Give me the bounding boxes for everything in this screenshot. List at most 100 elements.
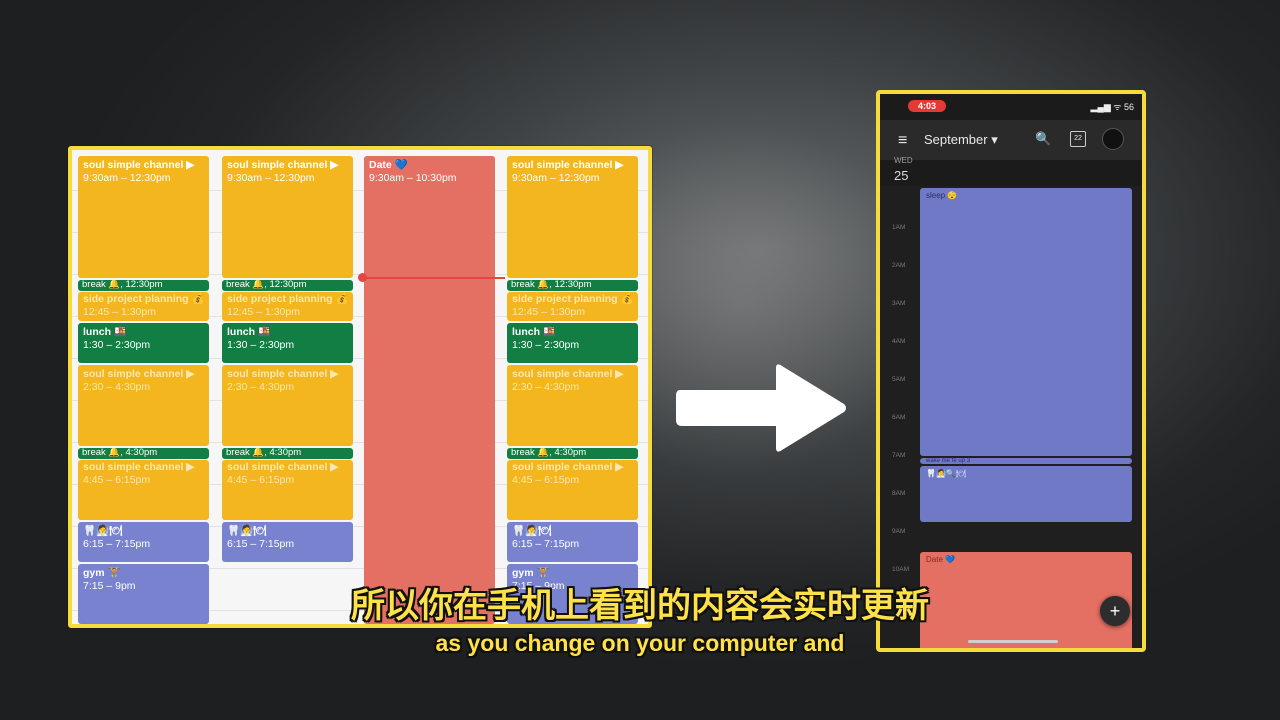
event-time: 9:30am – 10:30pm <box>369 172 457 184</box>
event-title: break 🔔, 12:30pm <box>511 280 592 290</box>
calendar-event[interactable]: side project planning 💰 12:45 – 1:30pm <box>222 292 353 321</box>
hour-label: 6AM <box>892 414 906 421</box>
calendar-event[interactable]: 🦷🧖🍽 6:15 – 7:15pm <box>78 522 209 562</box>
event-title: soul simple channel ▶ <box>512 159 624 171</box>
event-title: soul simple channel ▶ <box>83 461 195 473</box>
event-time: 9:30am – 12:30pm <box>512 172 600 184</box>
month-selector[interactable]: September ▾ <box>924 132 998 148</box>
event-title: side project planning 💰 <box>227 293 349 305</box>
event-title: 🦷🧖🍽 <box>83 525 123 537</box>
current-time-line <box>363 277 505 279</box>
hour-label: 1AM <box>892 224 906 231</box>
current-time-dot <box>358 273 367 282</box>
calendar-event[interactable]: soul simple channel ▶ 2:30 – 4:30pm <box>507 365 638 446</box>
event-title: 🦷🧖🍽 <box>227 525 267 537</box>
event-time: 2:30 – 4:30pm <box>512 381 580 393</box>
event-title: 🦷🧖🔍🍽 <box>926 469 967 478</box>
status-bar: 4:03 ▂▄▆ ᯤ 56 <box>880 94 1142 120</box>
calendar-event[interactable]: soul simple channel ▶ 9:30am – 12:30pm <box>78 156 209 278</box>
calendar-event[interactable]: break 🔔, 4:30pm <box>222 448 353 459</box>
hour-label: 5AM <box>892 376 906 383</box>
event-title: sleep 😴 <box>926 191 958 200</box>
event-title: soul simple channel ▶ <box>83 159 195 171</box>
calendar-event[interactable]: soul simple channel ▶ 4:45 – 6:15pm <box>507 460 638 520</box>
event-time: 12:45 – 1:30pm <box>83 306 156 318</box>
event-time: 1:30 – 2:30pm <box>227 339 295 351</box>
event-title: soul simple channel ▶ <box>227 461 339 473</box>
hour-label: 10AM <box>892 566 909 573</box>
event-title: lunch 🍱 <box>83 326 127 338</box>
event-title: break 🔔, 4:30pm <box>82 448 158 458</box>
status-icons: ▂▄▆ ᯤ 56 <box>1090 102 1134 112</box>
calendar-event[interactable]: soul simple channel ▶ 2:30 – 4:30pm <box>222 365 353 446</box>
calendar-event[interactable]: break 🔔, 4:30pm <box>507 448 638 459</box>
calendar-event[interactable]: soul simple channel ▶ 4:45 – 6:15pm <box>222 460 353 520</box>
event-time: 6:15 – 7:15pm <box>227 538 295 550</box>
event-time: 2:30 – 4:30pm <box>227 381 295 393</box>
menu-icon[interactable]: ≡ <box>898 132 907 150</box>
event-time: 9:30am – 12:30pm <box>83 172 171 184</box>
day-column-3: Date 💙 9:30am – 10:30pm <box>364 150 495 624</box>
avatar[interactable] <box>1102 128 1124 150</box>
calendar-event[interactable]: break 🔔, 12:30pm <box>507 280 638 291</box>
hour-label: 4AM <box>892 338 906 345</box>
app-bar: ≡ September ▾ 🔍 22 <box>880 120 1142 160</box>
calendar-event[interactable]: soul simple channel ▶ 9:30am – 12:30pm <box>507 156 638 278</box>
event-time: 4:45 – 6:15pm <box>227 474 295 486</box>
event-title: lunch 🍱 <box>227 326 271 338</box>
search-icon[interactable]: 🔍 <box>1035 131 1051 147</box>
hour-label: 8AM <box>892 490 906 497</box>
event-title: soul simple channel ▶ <box>83 368 195 380</box>
calendar-event[interactable]: 🦷🧖🔍🍽 <box>920 466 1132 522</box>
desktop-calendar-view: soul simple channel ▶ 9:30am – 12:30pm b… <box>68 146 652 628</box>
calendar-event[interactable]: soul simple channel ▶ 4:45 – 6:15pm <box>78 460 209 520</box>
calendar-event[interactable]: 🦷🧖🍽 6:15 – 7:15pm <box>507 522 638 562</box>
day-column-2: soul simple channel ▶ 9:30am – 12:30pm b… <box>222 150 353 624</box>
calendar-event[interactable]: side project planning 💰 12:45 – 1:30pm <box>78 292 209 321</box>
subtitle-english: as you change on your computer and <box>435 630 845 656</box>
event-title: break 🔔, 4:30pm <box>511 448 587 458</box>
calendar-event[interactable]: break 🔔, 12:30pm <box>222 280 353 291</box>
calendar-event[interactable]: 🦷🧖🍽 6:15 – 7:15pm <box>222 522 353 562</box>
event-time: 12:45 – 1:30pm <box>512 306 585 318</box>
event-time: 1:30 – 2:30pm <box>512 339 580 351</box>
event-title: side project planning 💰 <box>83 293 205 305</box>
calendar-event[interactable]: lunch 🍱 1:30 – 2:30pm <box>507 323 638 363</box>
calendar-event[interactable]: break 🔔, 12:30pm <box>78 280 209 291</box>
event-title: soul simple channel ▶ <box>512 461 624 473</box>
calendar-event[interactable]: side project planning 💰 12:45 – 1:30pm <box>507 292 638 321</box>
event-time: 4:45 – 6:15pm <box>83 474 151 486</box>
calendar-event[interactable]: lunch 🍱 1:30 – 2:30pm <box>78 323 209 363</box>
event-time: 4:45 – 6:15pm <box>512 474 580 486</box>
calendar-event[interactable]: soul simple channel ▶ 2:30 – 4:30pm <box>78 365 209 446</box>
event-time: 6:15 – 7:15pm <box>512 538 580 550</box>
event-time: 9:30am – 12:30pm <box>227 172 315 184</box>
event-time: 1:30 – 2:30pm <box>83 339 151 351</box>
event-title: 🦷🧖🍽 <box>512 525 552 537</box>
event-title: break 🔔, 12:30pm <box>226 280 307 290</box>
day-label: WED <box>894 156 913 165</box>
calendar-event[interactable]: wake me fe up 3 <box>920 458 1132 464</box>
event-time: 12:45 – 1:30pm <box>227 306 300 318</box>
event-title: Date 💙 <box>369 159 408 171</box>
event-title: soul simple channel ▶ <box>512 368 624 380</box>
day-column-4: soul simple channel ▶ 9:30am – 12:30pm b… <box>507 150 638 624</box>
event-title: break 🔔, 4:30pm <box>226 448 302 458</box>
event-title: soul simple channel ▶ <box>227 368 339 380</box>
day-number[interactable]: 25 <box>894 168 908 183</box>
status-time: 4:03 <box>908 100 947 112</box>
day-column-1: soul simple channel ▶ 9:30am – 12:30pm b… <box>78 150 209 624</box>
event-title: Date 💙 <box>926 555 956 564</box>
calendar-event-sleep[interactable]: sleep 😴 <box>920 188 1132 456</box>
today-button[interactable]: 22 <box>1070 131 1086 147</box>
calendar-event[interactable]: break 🔔, 4:30pm <box>78 448 209 459</box>
event-time: 6:15 – 7:15pm <box>83 538 151 550</box>
phone-calendar-view: 4:03 ▂▄▆ ᯤ 56 ≡ September ▾ 🔍 22 WED 25 … <box>876 90 1146 652</box>
hour-label: 2AM <box>892 262 906 269</box>
event-title: soul simple channel ▶ <box>227 159 339 171</box>
event-title: side project planning 💰 <box>512 293 634 305</box>
calendar-event[interactable]: Date 💙 9:30am – 10:30pm <box>364 156 495 624</box>
calendar-event[interactable]: soul simple channel ▶ 9:30am – 12:30pm <box>222 156 353 278</box>
event-title: lunch 🍱 <box>512 326 556 338</box>
calendar-event[interactable]: lunch 🍱 1:30 – 2:30pm <box>222 323 353 363</box>
